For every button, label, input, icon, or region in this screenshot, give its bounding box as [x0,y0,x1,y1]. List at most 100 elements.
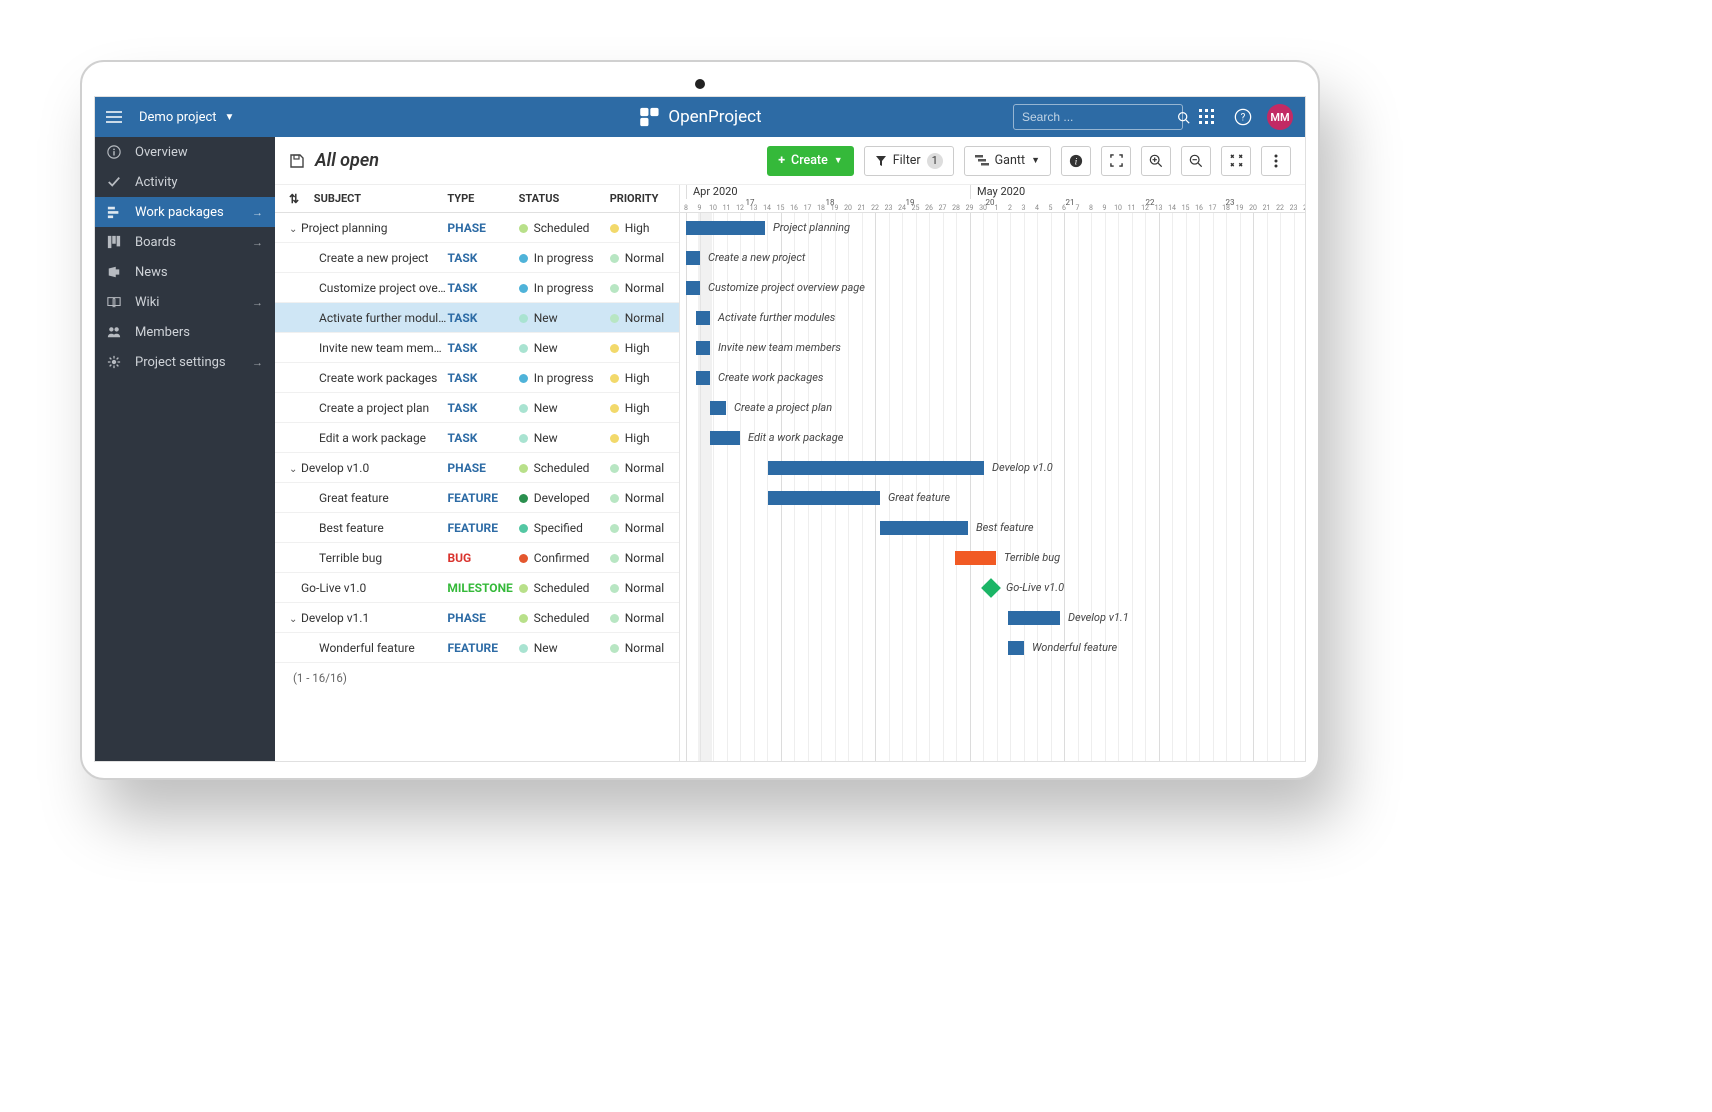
timeline-day: 19 [1233,204,1247,212]
gantt-bar-label: Customize project overview page [708,281,865,294]
gantt-row[interactable]: Develop v1.1 [680,603,1305,633]
table-row[interactable]: Great featureFEATUREDevelopedNormal [275,483,679,513]
wp-type: TASK [447,401,518,415]
table-row[interactable]: Terrible bugBUGConfirmedNormal [275,543,679,573]
gantt-bar[interactable] [955,551,996,565]
wp-status: In progress [519,281,610,295]
wp-type: TASK [447,251,518,265]
gantt-row[interactable]: Develop v1.0 [680,453,1305,483]
sort-icon[interactable]: ⇅ [289,192,299,206]
wp-type: TASK [447,431,518,445]
expand-caret-icon[interactable]: ⌄ [289,614,301,625]
search-input[interactable] [1022,110,1177,124]
help-icon[interactable]: ? [1231,105,1255,129]
modules-grid-icon[interactable] [1195,105,1219,129]
table-row[interactable]: Customize project overv...TASKIn progres… [275,273,679,303]
gantt-bar[interactable] [696,371,710,385]
sidebar: Overview ActivityWork packages→Boards→New… [95,137,275,761]
gantt-row[interactable]: Wonderful feature [680,633,1305,663]
table-row[interactable]: Invite new team membe...TASKNewHigh [275,333,679,363]
table-row[interactable]: ⌄Project planningPHASEScheduledHigh [275,213,679,243]
col-type[interactable]: TYPE [447,192,518,205]
gantt-row[interactable]: Terrible bug [680,543,1305,573]
gantt-row[interactable]: Create a project plan [680,393,1305,423]
gantt-row[interactable]: Project planning [680,213,1305,243]
gantt-bar[interactable] [1008,611,1060,625]
create-label: Create [791,153,828,168]
gantt-bar[interactable] [880,521,968,535]
table-row[interactable]: Create a project planTASKNewHigh [275,393,679,423]
caret-down-icon: ▼ [1031,155,1040,166]
timeline-day: 15 [774,204,788,212]
gantt-chart[interactable]: Apr 2020May 2020161718192021222389101112… [680,185,1305,761]
expand-caret-icon[interactable]: ⌄ [289,224,301,235]
project-selector[interactable]: Demo project ▼ [133,110,240,125]
gantt-bar[interactable] [696,341,710,355]
sidebar-item-news[interactable]: News [95,257,275,287]
milestone-diamond[interactable] [981,578,1001,598]
gantt-row[interactable]: Invite new team members [680,333,1305,363]
sidebar-item-members[interactable]: Members [95,317,275,347]
table-row[interactable]: Wonderful featureFEATURENewNormal [275,633,679,663]
gantt-row[interactable]: Activate further modules [680,303,1305,333]
table-row[interactable]: Create work packagesTASKIn progressHigh [275,363,679,393]
gantt-bar[interactable] [696,311,710,325]
filter-button[interactable]: Filter 1 [864,146,954,176]
gantt-bar[interactable] [686,281,700,295]
sidebar-item-overview[interactable]: Overview [95,137,275,167]
sidebar-item-label: Wiki [135,295,159,310]
gantt-bar[interactable] [686,251,700,265]
zoom-fit-button[interactable] [1221,146,1251,176]
table-row[interactable]: Create a new projectTASKIn progressNorma… [275,243,679,273]
fullscreen-button[interactable] [1101,146,1131,176]
table-row[interactable]: Go-Live v1.0MILESTONEScheduledNormal [275,573,679,603]
gantt-bar[interactable] [686,221,765,235]
table-row[interactable]: ⌄Develop v1.0PHASEScheduledNormal [275,453,679,483]
gantt-bar[interactable] [1008,641,1024,655]
gantt-toggle-button[interactable]: Gantt ▼ [964,146,1051,176]
timeline-day: 20 [841,204,855,212]
gantt-row[interactable]: Customize project overview page [680,273,1305,303]
avatar[interactable]: MM [1267,104,1293,130]
gantt-bar-label: Create work packages [718,371,823,384]
wp-priority: Normal [610,461,679,475]
sidebar-item-wiki[interactable]: Wiki→ [95,287,275,317]
chevron-right-icon: → [252,206,263,219]
save-icon[interactable] [289,153,305,169]
gantt-row[interactable]: Go-Live v1.0 [680,573,1305,603]
wp-subject: Edit a work package [319,431,426,445]
col-priority[interactable]: PRIORITY [610,192,679,205]
col-subject[interactable]: SUBJECT [314,192,361,205]
table-row[interactable]: Edit a work packageTASKNewHigh [275,423,679,453]
gantt-bar[interactable] [768,491,880,505]
gantt-row[interactable]: Create a new project [680,243,1305,273]
table-row[interactable]: Activate further modulesTASKNewNormal [275,303,679,333]
gantt-bar[interactable] [710,431,740,445]
hamburger-icon[interactable] [95,105,133,129]
gantt-bar[interactable] [710,401,726,415]
wp-priority: High [610,431,679,445]
details-button[interactable]: i [1061,146,1091,176]
create-button[interactable]: + Create ▼ [767,146,854,176]
more-menu-button[interactable] [1261,146,1291,176]
expand-caret-icon[interactable]: ⌄ [289,464,301,475]
wp-subject: Wonderful feature [319,641,415,655]
sidebar-item-boards[interactable]: Boards→ [95,227,275,257]
search-box[interactable] [1013,104,1183,130]
gantt-row[interactable]: Create work packages [680,363,1305,393]
timeline-day: 16 [1192,204,1206,212]
sidebar-item-activity[interactable]: Activity [95,167,275,197]
table-row[interactable]: ⌄Develop v1.1PHASEScheduledNormal [275,603,679,633]
sidebar-item-project-settings[interactable]: Project settings→ [95,347,275,377]
zoom-in-button[interactable] [1141,146,1171,176]
gantt-row[interactable]: Edit a work package [680,423,1305,453]
gantt-row[interactable]: Best feature [680,513,1305,543]
zoom-out-button[interactable] [1181,146,1211,176]
search-icon[interactable] [1177,111,1190,124]
gantt-row[interactable]: Great feature [680,483,1305,513]
sidebar-item-label: Overview [135,145,188,160]
sidebar-item-work-packages[interactable]: Work packages→ [95,197,275,227]
gantt-bar[interactable] [768,461,984,475]
table-row[interactable]: Best featureFEATURESpecifiedNormal [275,513,679,543]
col-status[interactable]: STATUS [519,192,610,205]
